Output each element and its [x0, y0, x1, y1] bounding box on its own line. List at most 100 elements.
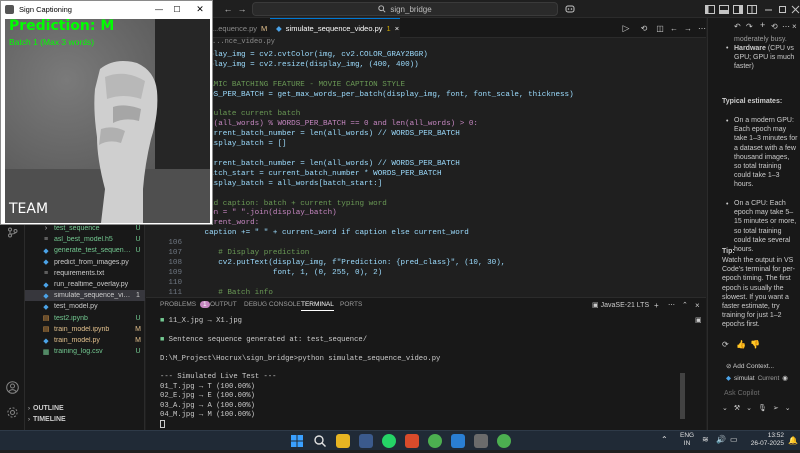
language-indicator[interactable]: ENG IN: [680, 432, 694, 448]
undo-icon[interactable]: ↶: [734, 22, 741, 31]
ask-copilot-input[interactable]: Ask Copilot: [724, 389, 759, 398]
tab-output[interactable]: OUTPUT: [210, 301, 237, 308]
breadcrumb[interactable]: ...nce_video.py: [212, 38, 275, 46]
forward-arrow-icon[interactable]: →: [236, 3, 248, 15]
office-icon[interactable]: [405, 434, 419, 448]
customize-layout-icon[interactable]: [746, 3, 758, 15]
close-icon[interactable]: ×: [792, 22, 797, 31]
chevron-down-icon[interactable]: ⌄: [722, 404, 728, 413]
show-hidden-icons-icon[interactable]: ⌃: [661, 435, 668, 444]
previous-change-icon[interactable]: ←: [668, 22, 680, 34]
chrome-profile-icon[interactable]: [497, 434, 511, 448]
whatsapp-icon[interactable]: [382, 434, 396, 448]
source-control-icon[interactable]: [6, 226, 19, 239]
close-panel-icon[interactable]: ×: [695, 301, 700, 310]
notebook-icon: ▤: [42, 326, 50, 334]
toggle-panel-icon[interactable]: [718, 3, 730, 15]
retry-icon[interactable]: ⟳: [722, 340, 729, 349]
tab-ports[interactable]: PORTS: [340, 301, 362, 308]
toggle-sidebar-icon[interactable]: [704, 3, 716, 15]
file-tree-item[interactable]: ▤ test2.ipynb U: [25, 313, 145, 324]
outline-section[interactable]: › OUTLINE: [25, 403, 145, 414]
history-icon[interactable]: ⟲: [638, 22, 650, 34]
code-line: tion = " ".join(display_batch): [146, 208, 706, 218]
window-title-bar[interactable]: Sign Captioning — ☐ ✕: [1, 1, 212, 18]
thumbs-down-icon[interactable]: 👎: [750, 340, 760, 349]
file-tree-item[interactable]: ≡ asl_best_model.h5 U: [25, 234, 145, 245]
gear-icon[interactable]: [5, 405, 19, 419]
close-icon[interactable]: ✕: [194, 3, 206, 15]
start-button[interactable]: [290, 434, 304, 448]
file-tree-item[interactable]: ▦ training_log.csv U: [25, 346, 145, 357]
tools-icon[interactable]: ⚒: [734, 404, 740, 413]
terminal-line: --- Simulated Live Test ---: [160, 373, 276, 382]
file-explorer-icon[interactable]: [336, 434, 350, 448]
file-tree-item[interactable]: ◆ generate_test_sequence... U: [25, 245, 145, 256]
battery-icon[interactable]: ▭: [730, 435, 738, 444]
chevron-down-icon[interactable]: ⌄: [785, 404, 791, 413]
minimize-icon[interactable]: —: [153, 3, 165, 15]
redo-icon[interactable]: ↷: [746, 22, 753, 31]
code-text: caption += " " + current_word if caption…: [200, 229, 469, 238]
paperclip-icon: ⊘: [726, 363, 732, 370]
chrome-icon[interactable]: [428, 434, 442, 448]
account-icon[interactable]: [5, 380, 19, 394]
close-icon[interactable]: ×: [395, 24, 399, 33]
code-line: e:: [146, 149, 706, 159]
copilot-icon[interactable]: [564, 3, 576, 15]
next-change-icon[interactable]: →: [682, 22, 694, 34]
more-actions-icon[interactable]: ⋯: [668, 301, 675, 309]
restore-icon[interactable]: [776, 3, 788, 15]
terminal-shell-selector[interactable]: ▣ JavaSE-21 LTS: [592, 301, 649, 310]
code-text: YNAMIC BATCHING FEATURE - MOVIE CAPTION …: [200, 80, 406, 89]
more-actions-icon[interactable]: ⋯: [782, 22, 790, 31]
chat-history-icon[interactable]: ⟲: [771, 22, 778, 31]
microphone-icon[interactable]: 🎙: [758, 404, 767, 413]
store-icon[interactable]: [359, 434, 373, 448]
current-file-chip[interactable]: ◆ simulat Current ◉: [726, 374, 788, 383]
toggle-secondary-sidebar-icon[interactable]: [732, 3, 744, 15]
file-tree-item[interactable]: ◆ run_realtime_overlay.py: [25, 279, 145, 290]
volume-icon[interactable]: 🔊: [716, 435, 726, 444]
timeline-section[interactable]: › TIMELINE: [25, 414, 145, 425]
file-tree-item[interactable]: ◆ test_model.py: [25, 301, 145, 312]
tab-problems[interactable]: PROBLEMS 1: [160, 301, 210, 308]
add-context-button[interactable]: ⊘ Add Context...: [726, 362, 774, 371]
terminal-instance-icon[interactable]: ▣: [695, 316, 702, 324]
send-icon[interactable]: ➢: [773, 404, 779, 413]
notification-bell-icon[interactable]: 🔔: [788, 436, 798, 445]
vscode-icon[interactable]: [451, 434, 465, 448]
tab-terminal[interactable]: TERMINAL: [301, 301, 334, 311]
file-tree-item[interactable]: ▤ train_model.ipynb M: [25, 324, 145, 335]
file-tree-item[interactable]: ≡ requirements.txt: [25, 268, 145, 279]
search-icon[interactable]: [313, 434, 327, 448]
tab-debug-console[interactable]: DEBUG CONSOLE: [244, 301, 301, 308]
terminal-scrollbar[interactable]: [680, 373, 685, 419]
code-line: 107 # Display prediction: [146, 248, 706, 258]
file-tree-item[interactable]: ◆ train_model.py M: [25, 335, 145, 346]
maximize-panel-icon[interactable]: ⌃: [682, 301, 688, 309]
wifi-icon[interactable]: ≋: [702, 435, 709, 444]
minimize-icon[interactable]: [762, 3, 774, 15]
new-terminal-icon[interactable]: +: [654, 301, 659, 310]
search-text: sign_bridge: [390, 4, 432, 14]
run-icon[interactable]: ▷: [620, 22, 632, 34]
maximize-icon[interactable]: ☐: [171, 3, 183, 15]
code-editor[interactable]: ...nce_video.py isplay_img = cv2.cvtColo…: [146, 38, 706, 297]
new-chat-icon[interactable]: +: [760, 20, 765, 30]
command-center-search[interactable]: sign_bridge: [252, 2, 558, 16]
sign-captioning-app-icon[interactable]: [474, 434, 488, 448]
sign-captioning-window[interactable]: Sign Captioning — ☐ ✕ Prediction: M Batc…: [0, 0, 213, 225]
tab-simulate-sequence-video[interactable]: ◆ simulate_sequence_video.py 1 ×: [270, 18, 400, 38]
thumbs-up-icon[interactable]: 👍: [736, 340, 746, 349]
file-tree-item[interactable]: ◆ predict_from_images.py: [25, 257, 145, 268]
file-tree-item[interactable]: ◆ simulate_sequence_video... 1: [25, 290, 145, 302]
back-arrow-icon[interactable]: ←: [222, 3, 234, 15]
chevron-down-icon[interactable]: ⌄: [746, 404, 752, 413]
open-changes-icon[interactable]: ◫: [654, 22, 666, 34]
tab-generate-sequence[interactable]: ...equence.py M: [206, 18, 268, 38]
line-number: 108: [168, 258, 182, 267]
python-icon: ◆: [43, 281, 49, 289]
clock[interactable]: 13:52 26-07-2025: [744, 432, 784, 448]
close-icon[interactable]: [789, 3, 800, 15]
